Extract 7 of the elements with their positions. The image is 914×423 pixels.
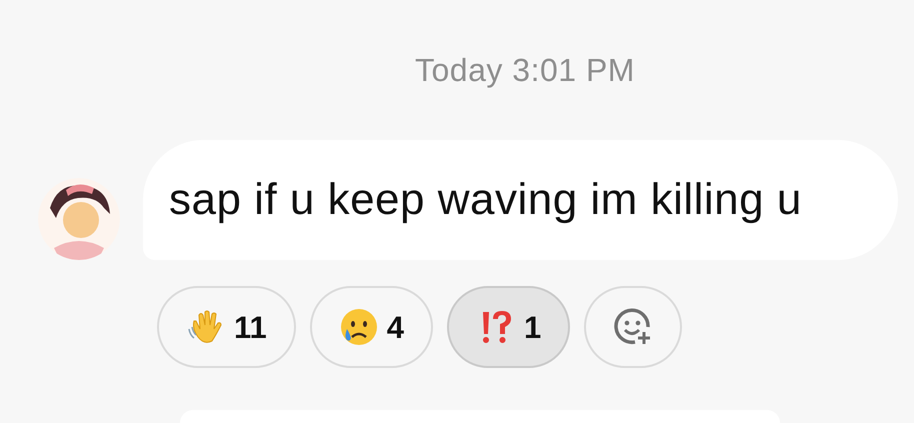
message-bubble: sap if u keep waving im killing u [143, 140, 898, 260]
crying-face-icon [338, 307, 379, 347]
timestamp: Today 3:01 PM [415, 52, 635, 90]
avatar-icon[interactable] [38, 178, 120, 260]
reaction-button[interactable]: 4 [310, 286, 434, 368]
reaction-button[interactable]: 11 [157, 286, 296, 368]
reaction-button[interactable]: 1 [447, 286, 570, 368]
